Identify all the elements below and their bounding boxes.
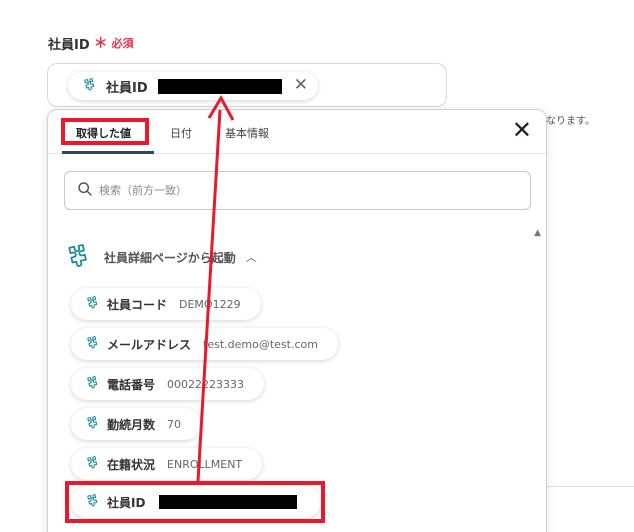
employee-id-field[interactable]: 社員ID ✕: [47, 63, 447, 107]
item-label: 電話番号: [107, 377, 156, 392]
divider: [547, 486, 634, 487]
puzzle-icon: [82, 76, 98, 96]
search-icon: [77, 181, 93, 201]
item-value: 00022223333: [167, 377, 244, 391]
item-label: 社員コード: [107, 297, 168, 312]
search-box[interactable]: [64, 171, 531, 210]
highlight-item-box: [65, 481, 325, 523]
puzzle-icon: [85, 414, 101, 434]
puzzle-icon: [85, 294, 101, 314]
chevron-up-icon[interactable]: ︿: [246, 249, 257, 265]
search-input[interactable]: [99, 184, 499, 197]
selected-value-chip[interactable]: 社員ID ✕: [68, 72, 318, 100]
puzzle-icon: [85, 454, 101, 474]
item-value: DEMO1229: [179, 297, 241, 311]
item-label: メールアドレス: [107, 337, 192, 352]
active-tab-indicator: [62, 151, 154, 154]
list-item-tenure-months[interactable]: 勤続月数 70: [71, 408, 202, 440]
group-label: 社員詳細ページから起動: [104, 250, 236, 265]
puzzle-icon: [85, 334, 101, 354]
field-label: 社員ID ＊ 必須: [48, 33, 134, 53]
puzzle-icon: [85, 374, 101, 394]
tab-date[interactable]: 日付: [170, 125, 192, 141]
background-help-text: なります。: [546, 116, 595, 127]
required-badge: 必須: [111, 37, 134, 50]
item-label: 勤続月数: [107, 417, 156, 432]
close-panel-button[interactable]: ✕: [512, 118, 532, 142]
required-star: ＊: [93, 36, 108, 52]
tab-basic-info[interactable]: 基本情報: [225, 125, 269, 141]
chip-label: 社員ID: [106, 80, 148, 96]
item-value: ENROLLMENT: [167, 457, 243, 471]
item-value: test.demo@test.com: [203, 337, 318, 351]
item-value: 70: [167, 417, 182, 431]
list-item-phone[interactable]: 電話番号 00022223333: [71, 368, 264, 400]
list-item-email[interactable]: メールアドレス test.demo@test.com: [71, 328, 338, 360]
clear-chip-button[interactable]: ✕: [294, 77, 308, 94]
scroll-up-arrow[interactable]: ▲: [534, 228, 541, 238]
list-item-employee-code[interactable]: 社員コード DEMO1229: [71, 288, 261, 320]
redacted-value: [157, 78, 282, 94]
item-label: 在籍状況: [107, 457, 156, 472]
group-header[interactable]: 社員詳細ページから起動 ︿: [64, 240, 257, 274]
highlight-tab-box: [61, 118, 149, 145]
list-item-enrollment-status[interactable]: 在籍状況 ENROLLMENT: [71, 448, 263, 480]
value-picker-panel: 取得した値 日付 基本情報 ✕ ▲ 社員詳細ページから起動 ︿ 社員コード DE…: [47, 109, 547, 532]
field-label-text: 社員ID: [48, 37, 90, 53]
puzzle-icon: [64, 240, 94, 274]
